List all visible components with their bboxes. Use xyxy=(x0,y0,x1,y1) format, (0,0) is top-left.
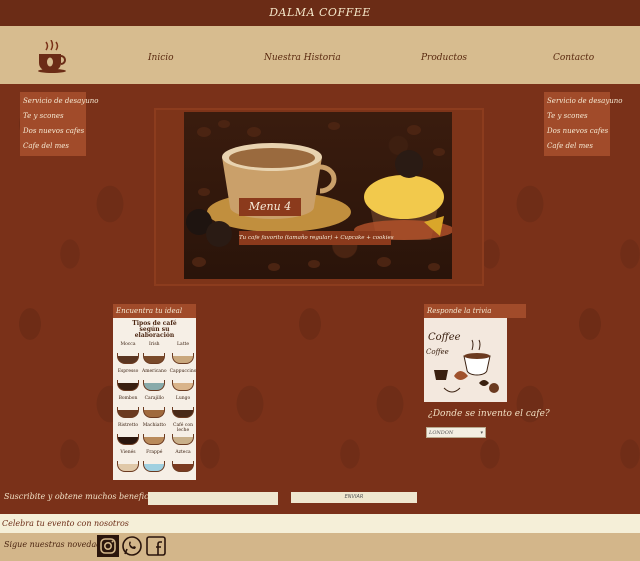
hero-image[interactable] xyxy=(184,112,452,279)
left-panel-title: Encuentra tu ideal xyxy=(113,304,196,318)
side-menu-item[interactable]: Te y scones xyxy=(544,109,610,124)
chevron-down-icon: ▾ xyxy=(480,430,483,436)
trivia-answer-select[interactable]: LONDON ▾ xyxy=(426,427,486,438)
coffee-type-item: Latte xyxy=(170,342,197,367)
whatsapp-icon[interactable] xyxy=(121,535,143,557)
submit-button[interactable]: ENVIAR xyxy=(291,492,417,503)
cup-icon xyxy=(172,380,195,391)
coffee-types-infographic[interactable]: Tipos de café según su elaboración Mocca… xyxy=(113,318,196,480)
coffee-type-item: Machiatto xyxy=(142,423,167,448)
side-menu-right: Servicio de desayuno Te y scones Dos nue… xyxy=(544,92,623,156)
hero-caption: Menu 4 xyxy=(239,198,301,216)
nav-contacto[interactable]: Contacto xyxy=(553,53,594,63)
coffee-type-item: Ristretto xyxy=(117,423,139,448)
cup-icon xyxy=(172,407,195,418)
side-menu-item[interactable]: Dos nuevos cafes xyxy=(20,124,86,139)
trivia-image: Coffee Coffee xyxy=(424,318,507,402)
email-field[interactable] xyxy=(148,492,278,505)
coffee-type-item: Carajillo xyxy=(142,396,167,421)
side-menu-item[interactable]: Dos nuevos cafes xyxy=(544,124,610,139)
cup-icon xyxy=(172,353,195,364)
hero-subcaption: Tu cafe favorito (tamaño regular) + Cupc… xyxy=(239,231,394,245)
coffee-type-label: Machiatto xyxy=(142,423,166,428)
site-title: DALMA COFFEE xyxy=(269,6,371,19)
coffee-collage-icon: Coffee Coffee xyxy=(426,332,499,393)
svg-text:Coffee: Coffee xyxy=(428,332,461,343)
nav-inicio[interactable]: Inicio xyxy=(148,53,174,63)
coffee-type-item: Lungo xyxy=(170,396,197,421)
cup-icon xyxy=(117,407,139,418)
side-menu-item[interactable]: Cafe del mes xyxy=(544,139,610,154)
coffee-type-label: Espresso xyxy=(117,369,139,374)
coffee-cup-logo-icon[interactable] xyxy=(36,40,68,74)
infographic-title: Tipos de café según su elaboración xyxy=(132,320,177,339)
side-menu-left: Servicio de desayuno Te y scones Dos nue… xyxy=(20,92,99,156)
coffee-type-label: Frappé xyxy=(146,450,163,455)
cup-icon xyxy=(117,461,139,472)
coffee-type-item: Cappuccino xyxy=(169,369,197,394)
subscribe-text: Suscribite y obtene muchos beneficios xyxy=(4,492,161,501)
cup-icon xyxy=(117,380,139,391)
cup-icon xyxy=(117,353,139,364)
nav-productos[interactable]: Productos xyxy=(421,53,467,63)
nav-nuestra-historia[interactable]: Nuestra Historia xyxy=(264,53,341,63)
coffee-type-label: Ristretto xyxy=(117,423,139,428)
event-text[interactable]: Celebra tu evento con nosotros xyxy=(2,519,129,528)
coffee-type-label: Irish xyxy=(149,342,160,347)
coffee-type-item: Espresso xyxy=(117,369,139,394)
coffee-type-label: Café con leche xyxy=(173,423,194,433)
coffee-types-grid: Mocca Irish Latte Espresso Americano Cappucci… xyxy=(113,339,196,475)
coffee-type-item: Café con leche xyxy=(170,423,197,448)
side-menu-item[interactable]: Servicio de desayuno xyxy=(544,94,623,109)
footer-text: Sigue nuestras novedades xyxy=(4,540,111,549)
cup-icon xyxy=(143,461,166,472)
coffee-type-item: Mocca xyxy=(117,342,139,367)
right-panel-title: Responde la trivia xyxy=(424,304,526,318)
cup-icon xyxy=(143,434,166,445)
side-menu-item[interactable]: Cafe del mes xyxy=(20,139,86,154)
coffee-type-label: Vienés xyxy=(120,450,136,455)
cup-icon xyxy=(143,353,166,364)
coffee-type-label: Latte xyxy=(177,342,189,347)
site-title-bar: DALMA COFFEE xyxy=(0,0,640,26)
coffee-cupcake-illustration xyxy=(186,120,452,271)
select-value: LONDON xyxy=(429,430,454,436)
trivia-question: ¿Donde se invento el cafe? xyxy=(428,409,550,419)
coffee-type-label: Lungo xyxy=(175,396,191,401)
coffee-type-label: Americano xyxy=(142,369,167,374)
navbar: Inicio Nuestra Historia Productos Contac… xyxy=(0,26,640,84)
coffee-type-label: Cappuccino xyxy=(169,369,197,374)
coffee-type-item: Bombon xyxy=(117,396,139,421)
facebook-icon[interactable] xyxy=(145,535,167,557)
side-menu-item[interactable]: Te y scones xyxy=(20,109,86,124)
instagram-icon[interactable] xyxy=(97,535,119,557)
coffee-type-label: Bombon xyxy=(118,396,138,401)
svg-text:Coffee: Coffee xyxy=(426,348,449,356)
coffee-type-item: Frappé xyxy=(142,450,167,475)
coffee-type-label: Mocca xyxy=(120,342,136,347)
cup-icon xyxy=(172,461,195,472)
coffee-type-label: Azteca xyxy=(175,450,191,455)
coffee-type-item: Americano xyxy=(142,369,167,394)
cup-icon xyxy=(143,380,166,391)
side-menu-item[interactable]: Servicio de desayuno xyxy=(20,94,99,109)
coffee-type-item: Irish xyxy=(142,342,167,367)
cup-icon xyxy=(172,434,195,445)
cup-icon xyxy=(117,434,139,445)
cup-icon xyxy=(143,407,166,418)
coffee-type-label: Carajillo xyxy=(144,396,164,401)
coffee-type-item: Vienés xyxy=(117,450,139,475)
coffee-type-item: Azteca xyxy=(170,450,197,475)
